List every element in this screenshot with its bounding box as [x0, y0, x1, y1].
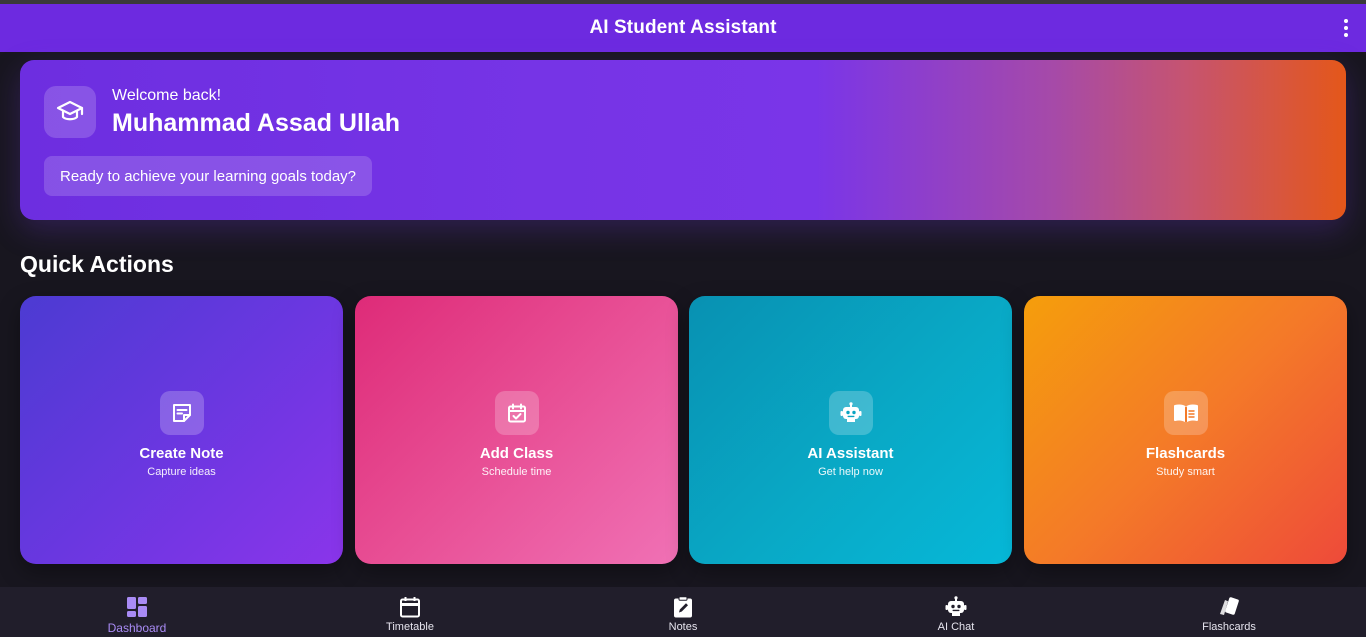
flashcards-tile[interactable]: Flashcards Study smart [1024, 296, 1347, 564]
nav-label: Dashboard [107, 621, 167, 635]
welcome-card: Welcome back! Muhammad Assad Ullah Ready… [20, 60, 1346, 220]
book-open-icon [1163, 390, 1208, 435]
dashboard-icon [127, 597, 147, 617]
user-name: Muhammad Assad Ullah [112, 109, 401, 137]
app-bar: AI Student Assistant [0, 4, 1366, 52]
bottom-navigation: Dashboard Timetable Notes AI Chat Flashc… [0, 587, 1366, 637]
robot-icon [945, 596, 967, 616]
more-options-button[interactable] [1336, 16, 1356, 40]
tile-title: Flashcards [1145, 444, 1226, 462]
note-icon [159, 390, 204, 435]
tile-title: Add Class [479, 444, 554, 462]
nav-label: Timetable [386, 621, 434, 633]
tile-subtitle: Get help now [818, 465, 883, 478]
tile-subtitle: Study smart [1156, 465, 1215, 478]
add-class-tile[interactable]: Add Class Schedule time [355, 296, 678, 564]
nav-item-timetable[interactable]: Timetable [330, 587, 490, 637]
clipboard-edit-icon [674, 596, 692, 618]
cards-icon [1220, 597, 1239, 615]
tile-subtitle: Capture ideas [147, 465, 216, 478]
calendar-check-icon [494, 390, 539, 435]
app-title: AI Student Assistant [589, 17, 777, 38]
robot-icon [828, 390, 873, 435]
create-note-tile[interactable]: Create Note Capture ideas [20, 296, 343, 564]
quick-actions-heading: Quick Actions [20, 251, 174, 277]
tile-subtitle: Schedule time [481, 465, 552, 478]
nav-label: AI Chat [937, 621, 975, 633]
welcome-greeting: Welcome back! [112, 87, 222, 104]
graduation-cap-icon [44, 86, 96, 138]
tile-title: Create Note [139, 444, 224, 462]
nav-item-flashcards[interactable]: Flashcards [1149, 587, 1309, 637]
motivation-pill: Ready to achieve your learning goals tod… [44, 156, 373, 196]
more-vert-icon [1344, 19, 1348, 23]
tile-title: AI Assistant [807, 444, 894, 462]
nav-item-dashboard[interactable]: Dashboard [57, 587, 217, 637]
nav-item-notes[interactable]: Notes [603, 587, 763, 637]
calendar-icon [400, 597, 420, 618]
ai-assistant-tile[interactable]: AI Assistant Get help now [689, 296, 1012, 564]
nav-item-ai-chat[interactable]: AI Chat [876, 587, 1036, 637]
nav-label: Notes [668, 621, 698, 633]
nav-label: Flashcards [1202, 621, 1256, 633]
